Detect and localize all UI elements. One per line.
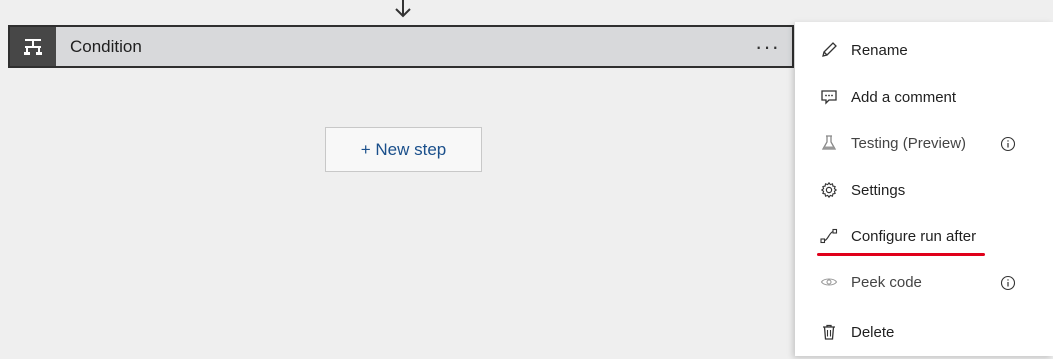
condition-title: Condition [70, 36, 142, 56]
down-arrow-icon [395, 0, 411, 18]
menu-item-peek-code[interactable]: Peek code [795, 262, 1053, 302]
menu-item-label: Settings [851, 181, 906, 199]
menu-item-settings[interactable]: Settings [795, 170, 1053, 210]
menu-item-label: Add a comment [851, 88, 957, 106]
menu-item-label: Configure run after [851, 227, 977, 245]
info-icon[interactable] [1000, 136, 1016, 152]
flask-icon [819, 133, 839, 153]
new-step-button[interactable]: + New step [325, 127, 482, 172]
menu-item-testing[interactable]: Testing (Preview) [795, 123, 1053, 163]
eye-icon [819, 272, 839, 292]
menu-item-label: Rename [851, 41, 908, 59]
run-after-icon [819, 226, 839, 246]
pencil-icon [819, 40, 839, 60]
comment-icon [819, 87, 839, 107]
trash-icon [819, 322, 839, 342]
menu-item-rename[interactable]: Rename [795, 30, 1053, 70]
info-icon[interactable] [1000, 275, 1016, 291]
menu-item-label: Peek code [851, 273, 922, 291]
menu-item-configure-run-after[interactable]: Configure run after [795, 216, 1053, 256]
highlight-underline [817, 253, 985, 256]
action-context-menu: Rename Add a comment Testing (Preview) S… [795, 22, 1053, 356]
gear-icon [819, 180, 839, 200]
menu-item-label: Testing (Preview) [851, 134, 967, 152]
menu-item-add-comment[interactable]: Add a comment [795, 77, 1053, 117]
condition-card[interactable]: Condition ··· [8, 25, 794, 68]
more-options-button[interactable]: ··· [755, 35, 780, 58]
menu-item-label: Delete [851, 323, 895, 341]
designer-canvas: Condition ··· + New step Rename Add a co… [0, 0, 1053, 359]
menu-item-delete[interactable]: Delete [795, 312, 1053, 352]
condition-icon [10, 27, 56, 66]
